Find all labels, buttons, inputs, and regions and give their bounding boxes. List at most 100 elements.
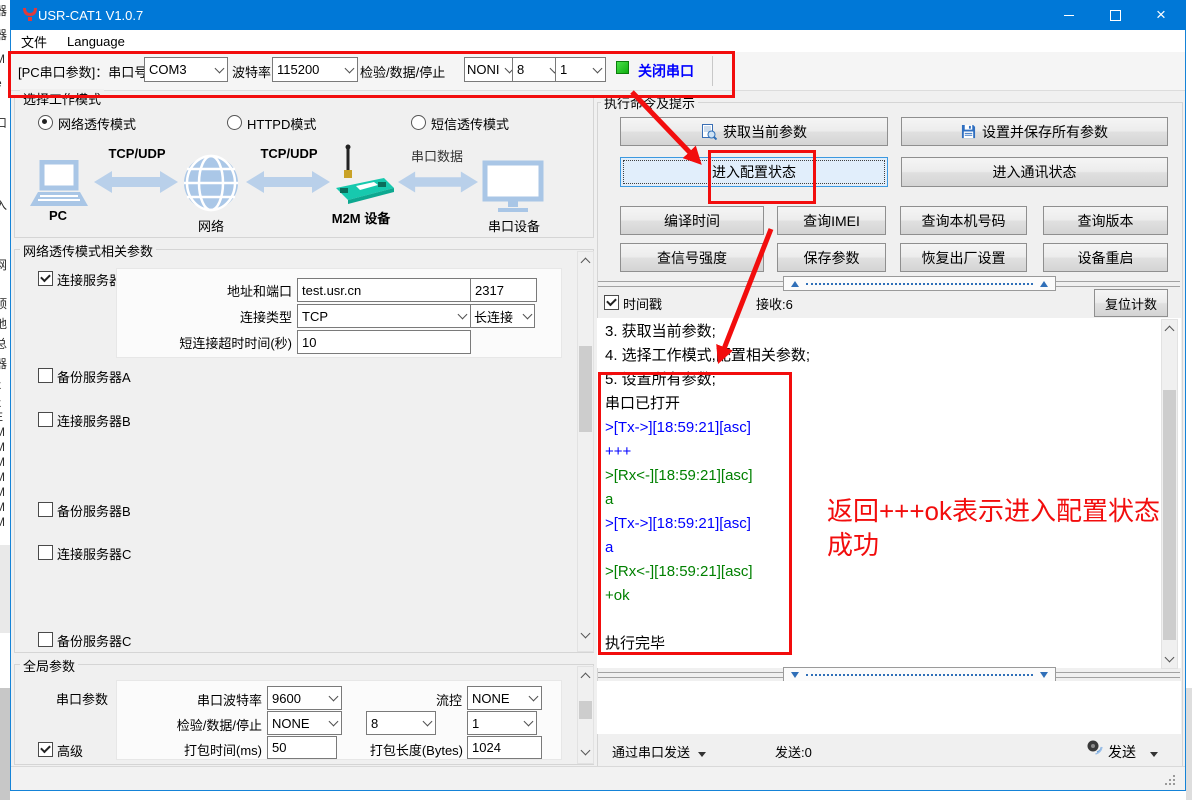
- radio-sms-label[interactable]: 短信透传模式: [431, 114, 509, 133]
- radio-net-transparent-mode[interactable]: [38, 115, 53, 130]
- window-title: USR-CAT1 V1.0.7: [38, 8, 143, 23]
- save-floppy-icon: [961, 124, 976, 139]
- triangle-down-icon: [1040, 672, 1048, 678]
- pack-len-input[interactable]: 1024: [467, 736, 542, 759]
- recv-count: 接收:6: [756, 294, 793, 313]
- scroll-up-icon[interactable]: [581, 258, 591, 268]
- scroll-down-icon[interactable]: [581, 746, 591, 756]
- background-partial-glyph: M: [0, 485, 5, 499]
- query-signal-button[interactable]: 查信号强度: [620, 243, 764, 272]
- net-params-scrollbar[interactable]: [577, 251, 594, 652]
- timestamp-label[interactable]: 时间戳: [623, 294, 662, 313]
- radio-sms-mode[interactable]: [411, 115, 426, 130]
- scroll-down-icon[interactable]: [1165, 653, 1175, 663]
- background-partial-glyph: M: [0, 440, 5, 454]
- background-partial-glyph: 入: [0, 196, 7, 213]
- port-input[interactable]: 2317: [470, 278, 537, 302]
- device-reboot-button[interactable]: 设备重启: [1043, 243, 1168, 272]
- backup-a-checkbox[interactable]: [38, 368, 53, 383]
- advanced-label[interactable]: 高级: [57, 741, 83, 760]
- g-parity-select[interactable]: NONE: [267, 711, 342, 735]
- splitter-dotted-line: [806, 674, 1033, 676]
- addr-label: 地址和端口: [160, 281, 292, 300]
- query-version-button[interactable]: 查询版本: [1043, 206, 1168, 235]
- caret-down-icon: [698, 752, 706, 757]
- flow-select[interactable]: NONE: [467, 686, 542, 710]
- global-params-scrollbar[interactable]: [577, 666, 594, 764]
- serial-device-label: 串口设备: [486, 216, 542, 235]
- backup-c-checkbox[interactable]: [38, 632, 53, 647]
- conn-type-select[interactable]: TCP: [297, 304, 471, 328]
- scroll-up-icon[interactable]: [1165, 326, 1175, 336]
- query-imei-button[interactable]: 查询IMEI: [777, 206, 886, 235]
- send-via-serial-dropdown[interactable]: 通过串口发送: [612, 742, 706, 761]
- background-partial-glyph: M: [0, 425, 5, 439]
- background-partial-glyph: 总: [0, 335, 7, 352]
- background-partial-glyph: M: [0, 455, 5, 469]
- m2m-label: M2M 设备: [326, 208, 396, 227]
- background-partial-glyph: M: [0, 470, 5, 484]
- log-line: 4. 选择工作模式,配置相关参数;: [605, 344, 1150, 368]
- addr-input[interactable]: test.usr.cn: [297, 278, 471, 302]
- backup-c-label[interactable]: 备份服务器C: [57, 631, 131, 650]
- menu-file[interactable]: 文件: [11, 29, 57, 54]
- pack-time-input[interactable]: 50: [267, 736, 337, 759]
- caret-down-icon: [1150, 752, 1158, 757]
- send-button[interactable]: 发送: [1108, 742, 1158, 762]
- background-partial-glyph: M: [0, 515, 5, 529]
- g-stopbits-select[interactable]: 1: [467, 711, 537, 735]
- background-partial-glyph: M: [0, 52, 5, 66]
- advanced-checkbox[interactable]: [38, 742, 53, 757]
- app-logo-icon: [22, 8, 38, 22]
- g-parity-label: 检验/数据/停止: [150, 715, 262, 734]
- radio-httpd-label[interactable]: HTTPD模式: [247, 114, 316, 133]
- resize-grip[interactable]: [1164, 774, 1176, 786]
- pc-label: PC: [36, 208, 80, 223]
- keep-alive-select[interactable]: 长连接: [470, 304, 535, 328]
- backup-a-label[interactable]: 备份服务器A: [57, 367, 131, 386]
- splitter-dotted-line: [806, 283, 1033, 285]
- server-c-label[interactable]: 连接服务器C: [57, 544, 131, 563]
- scrollbar-thumb[interactable]: [579, 346, 592, 432]
- log-line: 3. 获取当前参数;: [605, 320, 1150, 344]
- close-button[interactable]: ×: [1138, 0, 1184, 30]
- triangle-up-icon: [791, 281, 799, 287]
- double-arrow-icon: [94, 170, 178, 194]
- set-save-all-button[interactable]: 设置并保存所有参数: [901, 117, 1168, 146]
- scroll-up-icon[interactable]: [581, 673, 591, 683]
- annotation-note: 返回+++ok表示进入配置状态成功: [827, 494, 1179, 562]
- minimize-button[interactable]: [1046, 0, 1092, 30]
- factory-reset-button[interactable]: 恢复出厂设置: [900, 243, 1027, 272]
- g-databits-select[interactable]: 8: [366, 711, 436, 735]
- background-left-bottom: [0, 688, 10, 800]
- g-baud-select[interactable]: 9600: [267, 686, 342, 710]
- server-b-label[interactable]: 连接服务器B: [57, 411, 131, 430]
- timeout-input[interactable]: 10: [297, 330, 471, 354]
- send-splitter-handle[interactable]: [783, 667, 1056, 682]
- send-input-area[interactable]: [597, 681, 1181, 734]
- background-partial-glyph: 器: [0, 2, 7, 19]
- menu-language[interactable]: Language: [57, 31, 135, 52]
- enter-comm-button[interactable]: 进入通讯状态: [901, 157, 1168, 187]
- query-local-number-button[interactable]: 查询本机号码: [900, 206, 1027, 235]
- timestamp-checkbox[interactable]: [604, 295, 619, 310]
- backup-b-label[interactable]: 备份服务器B: [57, 501, 131, 520]
- server-b-checkbox[interactable]: [38, 412, 53, 427]
- get-params-button[interactable]: 获取当前参数: [620, 117, 888, 146]
- background-left-gray-box: [0, 545, 10, 633]
- global-params-header: 全局参数: [20, 656, 78, 675]
- server-a-checkbox[interactable]: [38, 271, 53, 286]
- compile-time-button[interactable]: 编译时间: [620, 206, 764, 235]
- reset-count-button[interactable]: 复位计数: [1094, 289, 1168, 317]
- annotation-box-enter-config: [708, 150, 816, 204]
- backup-b-checkbox[interactable]: [38, 502, 53, 517]
- maximize-button[interactable]: [1092, 0, 1138, 30]
- scrollbar-thumb[interactable]: [579, 701, 592, 719]
- radio-httpd-mode[interactable]: [227, 115, 242, 130]
- scroll-down-icon[interactable]: [581, 629, 591, 639]
- radio-net-transparent-label[interactable]: 网络透传模式: [58, 114, 136, 133]
- save-params-button[interactable]: 保存参数: [777, 243, 886, 272]
- server-c-checkbox[interactable]: [38, 545, 53, 560]
- triangle-down-icon: [791, 672, 799, 678]
- log-splitter-handle[interactable]: [783, 276, 1056, 291]
